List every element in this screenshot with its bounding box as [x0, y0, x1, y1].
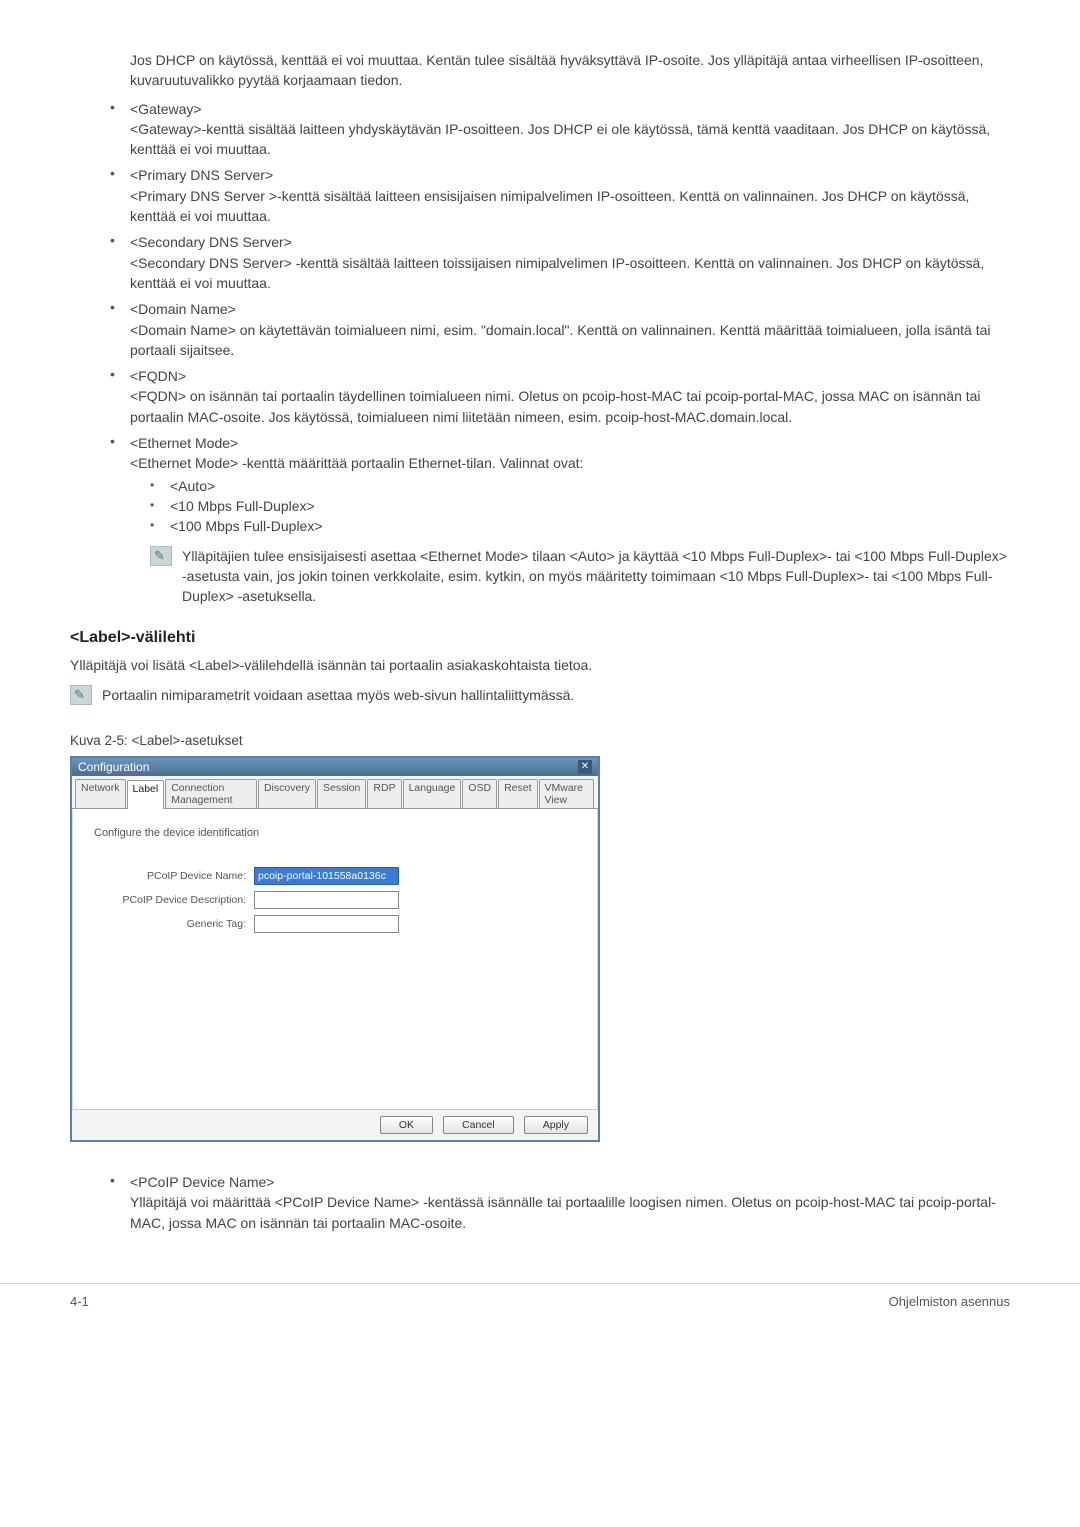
footer-left: 4-1 [70, 1294, 89, 1309]
ok-button[interactable]: OK [380, 1116, 433, 1134]
configuration-dialog: Configuration ✕ NetworkLabelConnection M… [70, 756, 600, 1142]
dialog-heading: Configure the device identification [94, 827, 576, 839]
note-label-text: Portaalin nimiparametrit voidaan asettaa… [102, 685, 1010, 705]
tab-rdp[interactable]: RDP [367, 779, 401, 808]
option-auto: <Auto> [170, 478, 1010, 494]
bullet-dot-icon: • [150, 478, 170, 494]
dialog-titlebar: Configuration ✕ [72, 758, 598, 776]
desc-pcoip-device-name: Ylläpitäjä voi määrittää <PCoIP Device N… [130, 1192, 1010, 1233]
bullet-dot-icon: • [110, 99, 130, 160]
note-icon [150, 546, 172, 566]
term-ethernet-mode: <Ethernet Mode> [130, 433, 1010, 453]
dialog-tabs: NetworkLabelConnection ManagementDiscove… [72, 776, 598, 809]
row-device-description: PCoIP Device Description: [94, 891, 576, 909]
bullet-dot-icon: • [110, 433, 130, 474]
sub-bullet-auto: • <Auto> [150, 478, 1010, 494]
tab-connection-management[interactable]: Connection Management [165, 779, 257, 808]
term-pcoip-device-name: <PCoIP Device Name> [130, 1172, 1010, 1192]
note-icon [70, 685, 92, 705]
term-secondary-dns: <Secondary DNS Server> [130, 232, 1010, 252]
tab-session[interactable]: Session [317, 779, 366, 808]
bullet-dot-icon: • [110, 299, 130, 360]
bullet-dot-icon: • [110, 366, 130, 427]
desc-primary-dns: <Primary DNS Server >-kenttä sisältää la… [130, 186, 1010, 227]
sub-bullet-10mbps: • <10 Mbps Full-Duplex> [150, 498, 1010, 514]
bullet-primary-dns: • <Primary DNS Server> <Primary DNS Serv… [110, 165, 1010, 226]
bullet-ethernet-mode: • <Ethernet Mode> <Ethernet Mode> -kentt… [110, 433, 1010, 474]
note-label: Portaalin nimiparametrit voidaan asettaa… [70, 685, 1010, 705]
bullet-dot-icon: • [150, 498, 170, 514]
bullet-secondary-dns: • <Secondary DNS Server> <Secondary DNS … [110, 232, 1010, 293]
dialog-title: Configuration [78, 760, 149, 774]
desc-fqdn: <FQDN> on isännän tai portaalin täydelli… [130, 386, 1010, 427]
desc-gateway: <Gateway>-kenttä sisältää laitteen yhdys… [130, 119, 1010, 160]
option-10mbps: <10 Mbps Full-Duplex> [170, 498, 1010, 514]
sub-bullet-100mbps: • <100 Mbps Full-Duplex> [150, 518, 1010, 534]
tab-reset[interactable]: Reset [498, 779, 537, 808]
dialog-footer: OK Cancel Apply [72, 1109, 598, 1140]
close-icon[interactable]: ✕ [578, 760, 592, 774]
term-gateway: <Gateway> [130, 99, 1010, 119]
bullet-dot-icon: • [150, 518, 170, 534]
desc-domain-name: <Domain Name> on käytettävän toimialueen… [130, 320, 1010, 361]
term-domain-name: <Domain Name> [130, 299, 1010, 319]
input-device-name[interactable] [254, 867, 399, 885]
section-title-label-tab: <Label>-välilehti [70, 629, 1010, 647]
input-device-description[interactable] [254, 891, 399, 909]
bullet-fqdn: • <FQDN> <FQDN> on isännän tai portaalin… [110, 366, 1010, 427]
tab-osd[interactable]: OSD [462, 779, 497, 808]
note-ethernet-text: Ylläpitäjien tulee ensisijaisesti asetta… [182, 546, 1010, 607]
bullet-gateway: • <Gateway> <Gateway>-kenttä sisältää la… [110, 99, 1010, 160]
tab-network[interactable]: Network [75, 779, 126, 808]
bullet-dot-icon: • [110, 165, 130, 226]
tab-discovery[interactable]: Discovery [258, 779, 316, 808]
figure-caption: Kuva 2-5: <Label>-asetukset [70, 733, 1010, 748]
desc-ethernet-mode: <Ethernet Mode> -kenttä määrittää portaa… [130, 453, 1010, 473]
cancel-button[interactable]: Cancel [443, 1116, 514, 1134]
bullet-dot-icon: • [110, 232, 130, 293]
tab-vmware-view[interactable]: VMware View [539, 779, 595, 808]
page-footer: 4-1 Ohjelmiston asennus [0, 1283, 1080, 1339]
row-device-name: PCoIP Device Name: [94, 867, 576, 885]
option-100mbps: <100 Mbps Full-Duplex> [170, 518, 1010, 534]
tab-label[interactable]: Label [127, 780, 165, 809]
label-device-description: PCoIP Device Description: [94, 894, 254, 906]
apply-button[interactable]: Apply [524, 1116, 588, 1134]
note-ethernet: Ylläpitäjien tulee ensisijaisesti asetta… [150, 546, 1010, 607]
tab-language[interactable]: Language [403, 779, 462, 808]
footer-right: Ohjelmiston asennus [889, 1294, 1010, 1309]
desc-secondary-dns: <Secondary DNS Server> -kenttä sisältää … [130, 253, 1010, 294]
label-generic-tag: Generic Tag: [94, 918, 254, 930]
term-primary-dns: <Primary DNS Server> [130, 165, 1010, 185]
input-generic-tag[interactable] [254, 915, 399, 933]
dialog-body: Configure the device identification PCoI… [72, 809, 598, 1109]
bullet-dot-icon: • [110, 1172, 130, 1233]
bullet-pcoip-device-name: • <PCoIP Device Name> Ylläpitäjä voi mää… [110, 1172, 1010, 1233]
intro-paragraph: Jos DHCP on käytössä, kenttää ei voi muu… [130, 50, 1010, 91]
label-para: Ylläpitäjä voi lisätä <Label>-välilehdel… [70, 655, 1010, 675]
row-generic-tag: Generic Tag: [94, 915, 576, 933]
label-device-name: PCoIP Device Name: [94, 870, 254, 882]
term-fqdn: <FQDN> [130, 366, 1010, 386]
bullet-domain-name: • <Domain Name> <Domain Name> on käytett… [110, 299, 1010, 360]
